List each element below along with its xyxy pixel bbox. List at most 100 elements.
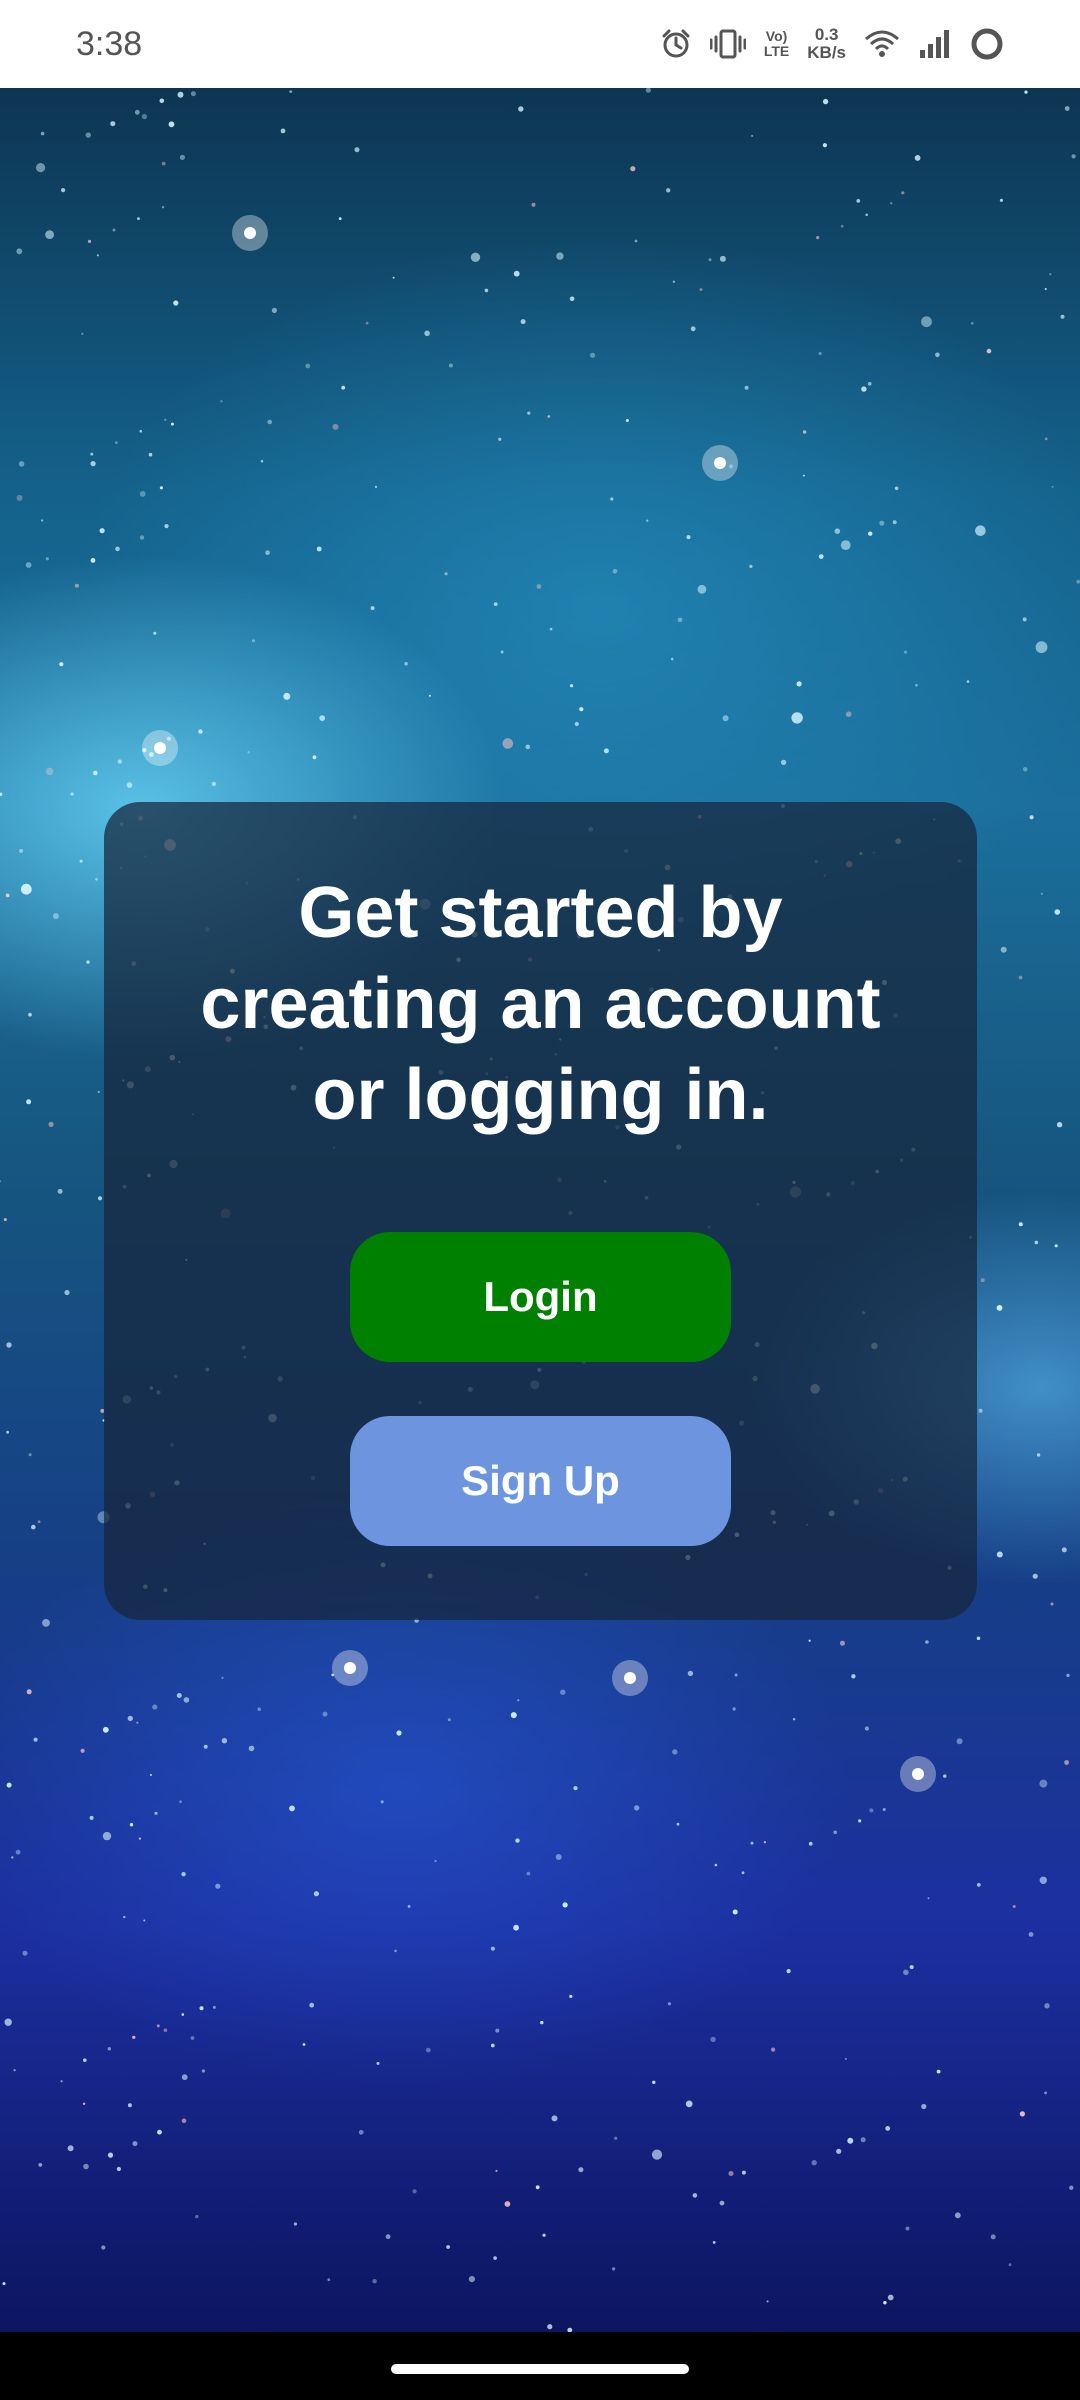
star [3,1218,7,1222]
battery-ring-icon [970,27,1004,61]
login-button[interactable]: Login [350,1232,731,1362]
star [905,2226,910,2231]
star [6,1430,9,1434]
star [1019,2111,1025,2117]
signup-button[interactable]: Sign Up [350,1416,731,1546]
star [990,2234,996,2240]
star [890,202,893,205]
star [892,520,897,525]
star [176,1693,182,1698]
star [211,781,217,787]
star [927,1897,930,1900]
star [692,2193,698,2198]
status-icons: Vo) LTE 0.3 KB/s [660,26,1004,62]
star [869,1808,874,1813]
star [107,2047,112,2051]
signal-icon [918,29,952,59]
star [22,1950,28,1956]
star [894,486,899,491]
star [139,429,143,433]
star [190,2036,195,2040]
star [407,1905,411,1908]
star [1036,1453,1041,1457]
welcome-card: Get started by creating an account or lo… [104,802,977,1620]
star [425,2047,431,2053]
volte-bottom: LTE [763,43,790,59]
star [513,270,520,277]
star [305,363,311,369]
star [590,352,596,358]
star [370,606,375,611]
star [751,134,754,137]
star [404,661,408,666]
star [85,132,92,138]
star [212,2005,216,2009]
star [148,452,153,457]
star [666,188,671,193]
star [221,1738,228,1744]
star [921,2103,927,2110]
star [153,631,157,635]
star [289,90,293,93]
star [766,2300,769,2303]
star [556,252,564,260]
star [96,254,99,257]
star [15,1849,21,1855]
star [645,88,651,93]
star [322,1711,328,1717]
star [1032,1573,1038,1579]
star [970,321,974,325]
star [999,198,1004,202]
star [954,2212,961,2219]
star [138,1837,141,1840]
star [181,2074,188,2081]
star [484,288,489,293]
star [1050,1602,1054,1606]
star [763,1841,767,1844]
star [882,1808,886,1811]
star [90,461,96,467]
card-headline: Get started by creating an account or lo… [200,873,881,1135]
star [60,2080,63,2083]
net-speed: 0.3 KB/s [807,26,846,62]
star [569,296,575,302]
star [195,2215,199,2219]
star [833,1830,837,1835]
star [714,1863,718,1867]
star [579,707,584,712]
star [699,288,703,291]
star [574,721,579,727]
star [976,1636,981,1641]
star [52,913,59,920]
star [302,2043,306,2046]
star [712,2241,716,2244]
star [18,461,25,467]
bright-star [244,227,256,239]
star [376,2061,380,2065]
star [470,252,481,262]
star [502,738,514,749]
star [498,437,502,441]
star [818,554,824,559]
star [183,1697,190,1703]
home-indicator[interactable] [391,2364,689,2374]
net-speed-value: 0.3 [814,25,839,44]
star [526,1871,531,1876]
star [251,639,255,643]
star [792,1718,796,1721]
star [551,2115,558,2122]
star [542,2233,546,2237]
star [796,681,802,687]
wifi-icon [864,29,900,59]
star [1040,892,1043,895]
star [163,2028,168,2032]
star [199,2006,204,2011]
star [16,248,23,255]
star [531,202,536,207]
star [11,1856,14,1859]
star [267,419,273,425]
volte-indicator: Vo) LTE [764,29,789,59]
star [786,1969,791,1974]
star [686,535,691,540]
star [173,300,179,306]
